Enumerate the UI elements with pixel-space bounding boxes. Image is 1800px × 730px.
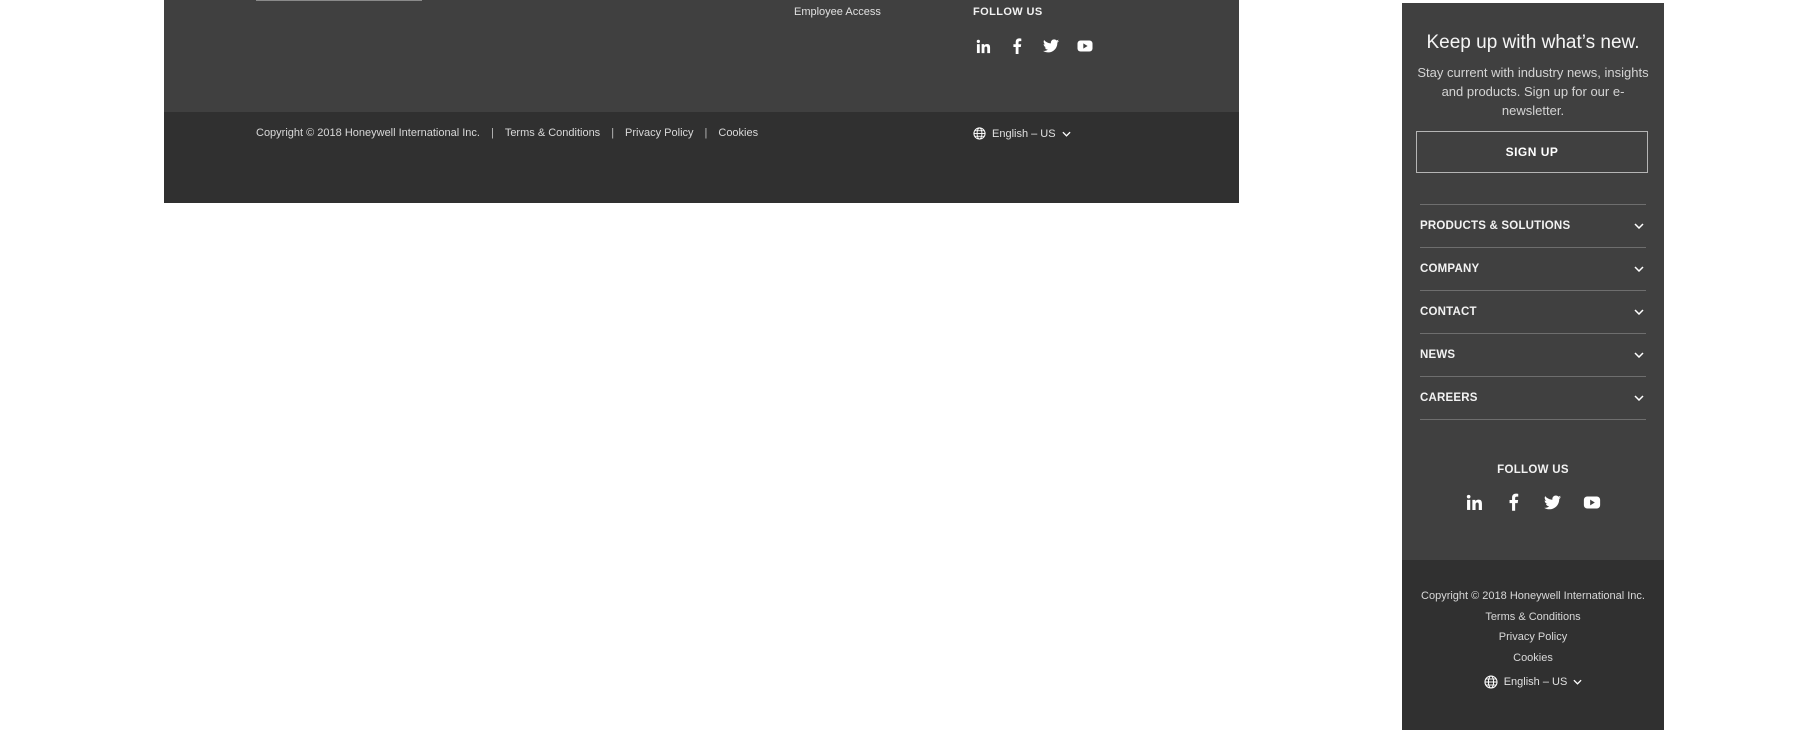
chevron-down-icon xyxy=(1634,309,1644,315)
legal-links: Copyright © 2018 Honeywell International… xyxy=(1402,586,1664,668)
mobile-footer: Keep up with what’s new. Stay current wi… xyxy=(1402,3,1664,730)
newsletter-description: Stay current with industry news, insight… xyxy=(1417,65,1649,118)
twitter-icon[interactable] xyxy=(1543,492,1563,512)
linkedin-icon[interactable] xyxy=(1465,492,1485,512)
accordion-careers[interactable]: CAREERS xyxy=(1420,377,1646,420)
facebook-icon[interactable] xyxy=(1007,36,1027,56)
twitter-icon[interactable] xyxy=(1041,36,1061,56)
social-links xyxy=(973,36,1095,56)
chevron-down-icon xyxy=(1634,223,1644,229)
cookies-link[interactable]: Cookies xyxy=(1513,652,1553,664)
youtube-icon[interactable] xyxy=(1582,492,1602,512)
language-selector[interactable]: English – US xyxy=(973,127,1071,140)
accordion-label: PRODUCTS & SOLUTIONS xyxy=(1420,220,1571,232)
copyright-text: Copyright © 2018 Honeywell International… xyxy=(1421,590,1645,602)
terms-link[interactable]: Terms & Conditions xyxy=(1485,611,1580,623)
linkedin-icon[interactable] xyxy=(973,36,993,56)
globe-icon xyxy=(1484,675,1498,689)
cookies-link[interactable]: Cookies xyxy=(718,127,758,139)
accordion-products-solutions[interactable]: PRODUCTS & SOLUTIONS xyxy=(1420,205,1646,248)
accordion-label: NEWS xyxy=(1420,349,1456,361)
language-selector[interactable]: English – US xyxy=(1484,675,1583,689)
facebook-icon[interactable] xyxy=(1504,492,1524,512)
footer-accordion: PRODUCTS & SOLUTIONS COMPANY CONTACT NEW… xyxy=(1420,204,1646,420)
language-selector-wrapper: English – US xyxy=(1402,675,1664,689)
accordion-label: CONTACT xyxy=(1420,306,1477,318)
accordion-news[interactable]: NEWS xyxy=(1420,334,1646,377)
desktop-footer: Employee Access FOLLOW US Copyright © 20… xyxy=(164,0,1239,203)
language-label: English – US xyxy=(992,127,1056,140)
privacy-link[interactable]: Privacy Policy xyxy=(625,127,693,139)
follow-us-label: FOLLOW US xyxy=(973,6,1043,18)
privacy-link[interactable]: Privacy Policy xyxy=(1499,631,1567,643)
accordion-label: CAREERS xyxy=(1420,392,1478,404)
chevron-down-icon xyxy=(1634,266,1644,272)
employee-access-link[interactable]: Employee Access xyxy=(794,6,881,18)
desktop-footer-upper: Employee Access FOLLOW US xyxy=(164,0,1239,112)
sign-up-button[interactable]: SIGN UP xyxy=(1416,131,1648,173)
accordion-label: COMPANY xyxy=(1420,263,1480,275)
chevron-down-icon xyxy=(1062,131,1071,137)
youtube-icon[interactable] xyxy=(1075,36,1095,56)
newsletter-heading: Keep up with what’s new. xyxy=(1426,32,1640,53)
chevron-down-icon xyxy=(1573,679,1582,685)
terms-link[interactable]: Terms & Conditions xyxy=(505,127,600,139)
chevron-down-icon xyxy=(1634,352,1644,358)
newsletter-input-underline xyxy=(256,0,422,1)
separator: | xyxy=(490,127,494,139)
desktop-footer-lower xyxy=(164,112,1239,203)
separator: | xyxy=(704,127,708,139)
separator: | xyxy=(611,127,615,139)
globe-icon xyxy=(973,127,986,140)
legal-links: Copyright © 2018 Honeywell International… xyxy=(256,127,758,139)
copyright-text: Copyright © 2018 Honeywell International… xyxy=(256,127,480,139)
accordion-company[interactable]: COMPANY xyxy=(1420,248,1646,291)
chevron-down-icon xyxy=(1634,395,1644,401)
follow-us-label: FOLLOW US xyxy=(1497,464,1569,476)
social-links xyxy=(1402,492,1664,512)
accordion-contact[interactable]: CONTACT xyxy=(1420,291,1646,334)
language-label: English – US xyxy=(1503,676,1568,688)
